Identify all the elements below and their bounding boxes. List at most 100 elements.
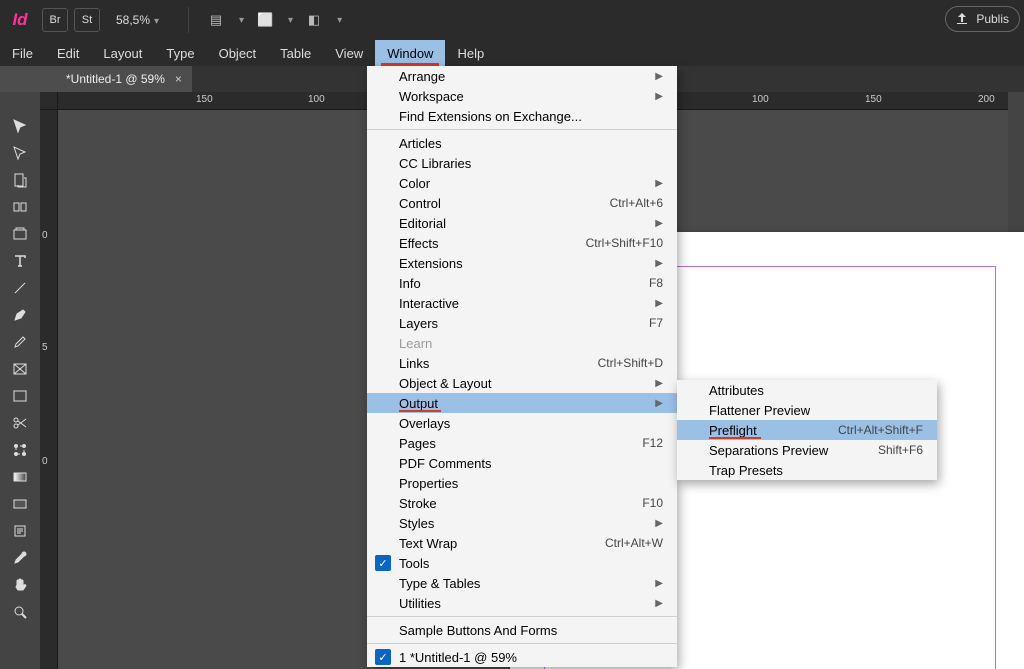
window-menu-item[interactable]: InfoF8 [367, 273, 677, 293]
window-menu-item[interactable]: Interactive▶ [367, 293, 677, 313]
window-menu-item[interactable]: Arrange▶ [367, 66, 677, 86]
window-menu-item[interactable]: Articles [367, 133, 677, 153]
tab-strip-left-pad [0, 66, 56, 92]
window-menu-item[interactable]: Workspace▶ [367, 86, 677, 106]
ruler-tick: 200 [978, 94, 995, 105]
screen-mode-dropdown[interactable]: ⬜▾ [250, 9, 293, 31]
window-menu-item[interactable]: ✓ 1 *Untitled-1 @ 59% [367, 647, 677, 667]
window-menu-item[interactable]: EffectsCtrl+Shift+F10 [367, 233, 677, 253]
window-menu-item[interactable]: LayersF7 [367, 313, 677, 333]
menu-item-label: Color [399, 176, 625, 191]
pencil-tool-icon[interactable] [3, 328, 37, 355]
menu-item-label: Effects [399, 236, 556, 251]
menu-item-shortcut: F10 [642, 496, 663, 510]
window-menu-item[interactable]: ✓Tools [367, 553, 677, 573]
window-menu-item[interactable]: Output▶ [367, 393, 677, 413]
menu-item-label: Stroke [399, 496, 612, 511]
hand-tool-icon[interactable] [3, 571, 37, 598]
menu-item-label: Properties [399, 476, 663, 491]
menu-help[interactable]: Help [445, 40, 496, 66]
menu-item-label: Learn [399, 336, 663, 351]
arrange-icon: ◧ [299, 9, 329, 31]
window-menu-item[interactable]: Sample Buttons And Forms [367, 620, 677, 640]
menu-item-label: PDF Comments [399, 456, 663, 471]
window-menu-item[interactable]: Properties [367, 473, 677, 493]
window-menu-item[interactable]: Editorial▶ [367, 213, 677, 233]
menu-separator [367, 129, 677, 130]
output-menu-item[interactable]: Trap Presets [677, 460, 937, 480]
submenu-arrow-icon: ▶ [655, 71, 663, 82]
menu-item-shortcut: F7 [649, 316, 663, 330]
menu-item-label: Styles [399, 516, 625, 531]
gradient-swatch-tool-icon[interactable] [3, 463, 37, 490]
document-tab[interactable]: *Untitled-1 @ 59% × [56, 66, 192, 92]
eyedropper-tool-icon[interactable] [3, 544, 37, 571]
output-menu-item[interactable]: PreflightCtrl+Alt+Shift+F [677, 420, 937, 440]
window-menu-item[interactable]: ControlCtrl+Alt+6 [367, 193, 677, 213]
free-transform-tool-icon[interactable] [3, 436, 37, 463]
stock-button[interactable]: St [74, 8, 100, 32]
menu-item-label: 1 *Untitled-1 @ 59% [399, 650, 663, 665]
menu-window[interactable]: Window [375, 40, 445, 66]
menu-type[interactable]: Type [154, 40, 206, 66]
rectangle-frame-tool-icon[interactable] [3, 355, 37, 382]
window-menu-item: Learn [367, 333, 677, 353]
menu-file[interactable]: File [0, 40, 45, 66]
content-collector-icon[interactable] [3, 220, 37, 247]
vertical-ruler[interactable]: 050 [40, 110, 58, 669]
window-menu-item[interactable]: CC Libraries [367, 153, 677, 173]
gradient-feather-tool-icon[interactable] [3, 490, 37, 517]
window-menu-item[interactable]: LinksCtrl+Shift+D [367, 353, 677, 373]
submenu-arrow-icon: ▶ [655, 598, 663, 609]
menu-view[interactable]: View [323, 40, 375, 66]
window-menu-item[interactable]: Utilities▶ [367, 593, 677, 613]
line-tool-icon[interactable] [3, 274, 37, 301]
menu-object[interactable]: Object [207, 40, 269, 66]
view-options-dropdown[interactable]: ▤▾ [201, 9, 244, 31]
menu-item-shortcut: Ctrl+Shift+D [598, 356, 663, 370]
window-menu-item[interactable]: PagesF12 [367, 433, 677, 453]
window-menu-item[interactable]: Type & Tables▶ [367, 573, 677, 593]
zoom-tool-icon[interactable] [3, 598, 37, 625]
window-menu-item[interactable]: Text WrapCtrl+Alt+W [367, 533, 677, 553]
pen-tool-icon[interactable] [3, 301, 37, 328]
check-icon: ✓ [375, 649, 391, 665]
window-menu-item[interactable]: Stroke F10 [367, 493, 677, 513]
scissors-tool-icon[interactable] [3, 409, 37, 436]
menu-item-label: Info [399, 276, 619, 291]
bridge-button[interactable]: Br [42, 8, 68, 32]
window-menu-item[interactable]: PDF Comments [367, 453, 677, 473]
window-menu-item[interactable]: Extensions▶ [367, 253, 677, 273]
annotation-underline [709, 437, 761, 439]
window-menu-item[interactable]: Find Extensions on Exchange... [367, 106, 677, 126]
submenu-arrow-icon: ▶ [655, 218, 663, 229]
output-menu-item[interactable]: Separations PreviewShift+F6 [677, 440, 937, 460]
menu-layout[interactable]: Layout [91, 40, 154, 66]
window-menu-dropdown: Arrange▶Workspace▶ Find Extensions on Exc… [367, 66, 677, 667]
screen-icon: ⬜ [250, 9, 280, 31]
output-menu-item[interactable]: Attributes [677, 380, 937, 400]
rectangle-tool-icon[interactable] [3, 382, 37, 409]
menu-item-label: Find Extensions on Exchange... [399, 109, 663, 124]
menu-item-label: Sample Buttons And Forms [399, 623, 663, 638]
arrange-docs-dropdown[interactable]: ◧▾ [299, 9, 342, 31]
window-menu-item[interactable]: Color▶ [367, 173, 677, 193]
window-menu-item[interactable]: Overlays [367, 413, 677, 433]
close-tab-button[interactable]: × [175, 72, 182, 86]
window-menu-item[interactable]: Object & Layout▶ [367, 373, 677, 393]
submenu-arrow-icon: ▶ [655, 518, 663, 529]
zoom-level-text[interactable]: 58,5%▾ [116, 13, 176, 27]
ruler-tick: 100 [752, 94, 769, 105]
menu-table[interactable]: Table [268, 40, 323, 66]
menu-item-label: Separations Preview [709, 443, 848, 458]
note-tool-icon[interactable] [3, 517, 37, 544]
type-tool-icon[interactable] [3, 247, 37, 274]
output-menu-item[interactable]: Flattener Preview [677, 400, 937, 420]
selection-tool-icon[interactable] [3, 112, 37, 139]
page-tool-icon[interactable] [3, 166, 37, 193]
menu-edit[interactable]: Edit [45, 40, 91, 66]
gap-tool-icon[interactable] [3, 193, 37, 220]
direct-selection-tool-icon[interactable] [3, 139, 37, 166]
publish-online-button[interactable]: Publis [945, 6, 1020, 32]
window-menu-item[interactable]: Styles ▶ [367, 513, 677, 533]
